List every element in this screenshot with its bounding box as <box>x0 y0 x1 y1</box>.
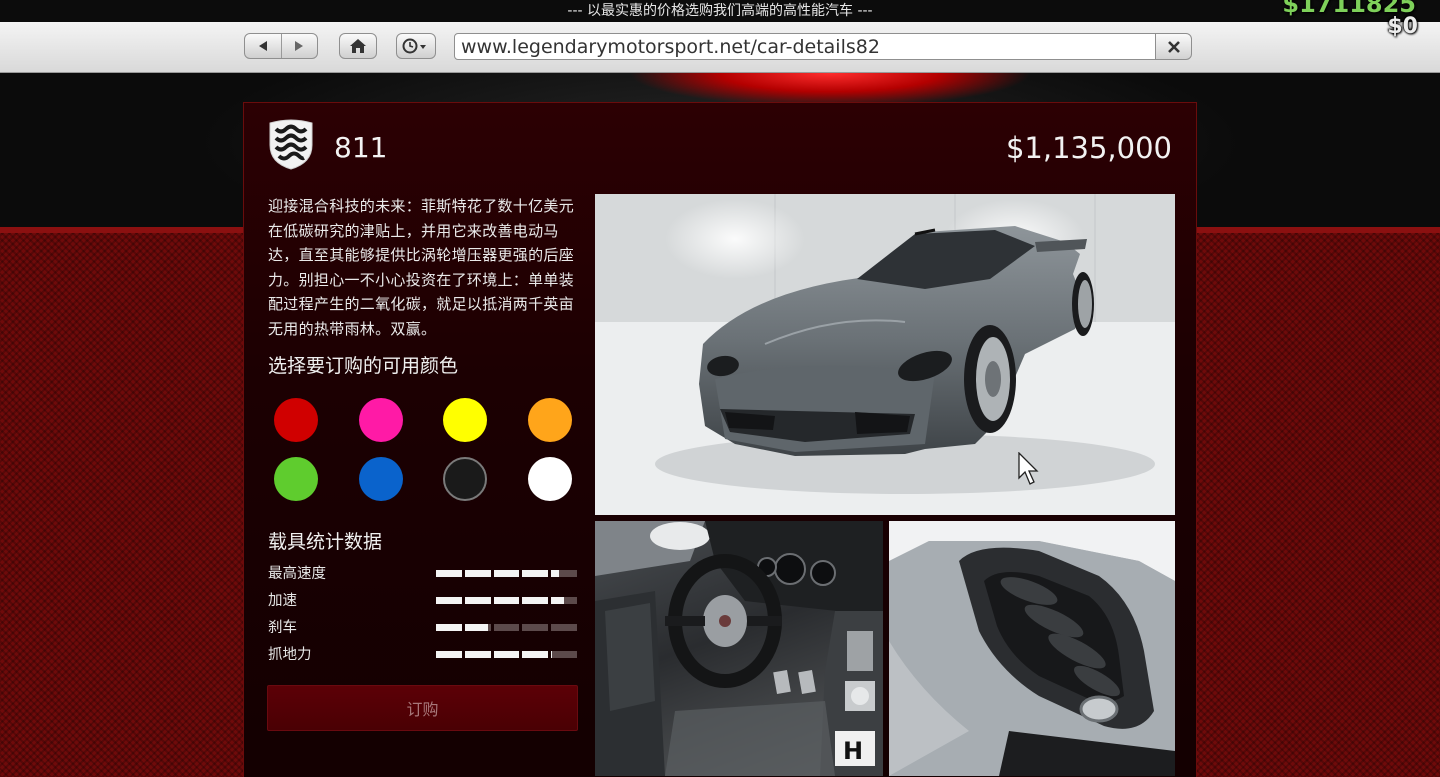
stat-bar-segment <box>522 651 549 658</box>
back-button[interactable] <box>245 34 281 58</box>
color-swatch-pink[interactable] <box>358 398 403 442</box>
stat-bar-fill <box>493 570 520 577</box>
stat-label: 刹车 <box>268 620 297 636</box>
stat-bar-segment <box>551 597 577 604</box>
stat-bar-fill <box>436 570 462 577</box>
car-interior-illustration: H <box>595 521 883 776</box>
vehicle-details-panel: 811 $1,135,000 迎接混合科技的未来：菲斯特花了数十亿美元在低碳研究… <box>243 102 1197 777</box>
color-swatch-green[interactable] <box>274 457 318 501</box>
vehicle-description: 迎接混合科技的未来：菲斯特花了数十亿美元在低碳研究的津贴上，并用它来改善电动马达… <box>268 197 575 338</box>
stat-bar <box>436 651 577 658</box>
stat-bar <box>436 624 577 631</box>
vehicle-exterior-photo[interactable] <box>595 194 1175 515</box>
svg-text:H: H <box>843 737 863 765</box>
back-arrow-icon <box>258 41 267 51</box>
stat-bar-segment <box>464 651 491 658</box>
stat-bar-fill <box>436 624 462 631</box>
stat-bar-segment <box>551 570 577 577</box>
stat-bar-segment <box>436 624 462 631</box>
stat-bar-fill <box>522 570 549 577</box>
stat-label: 最高速度 <box>268 566 326 582</box>
stat-bar-fill <box>464 651 491 658</box>
stat-bar-segment <box>493 624 520 631</box>
stat-bar-fill <box>464 624 488 631</box>
forward-button[interactable] <box>280 34 318 58</box>
stat-bar-fill <box>436 651 462 658</box>
vehicle-interior-photo[interactable]: H <box>595 521 883 776</box>
history-clock-icon <box>402 38 426 54</box>
url-input[interactable]: www.legendarymotorsport.net/car-details8… <box>454 33 1156 60</box>
stat-bar-fill <box>493 597 520 604</box>
stat-bar-fill <box>493 651 520 658</box>
vehicle-name: 811 <box>334 131 388 164</box>
stat-label: 加速 <box>268 593 297 609</box>
stat-bar-fill <box>436 597 462 604</box>
stat-bar-segment <box>522 624 549 631</box>
stat-bar-fill <box>522 651 549 658</box>
stat-bar <box>436 597 577 604</box>
vehicle-engine-photo[interactable] <box>889 521 1175 776</box>
color-swatch-blue[interactable] <box>358 457 403 501</box>
stat-bar-segment <box>551 624 577 631</box>
stat-bar-segment <box>436 651 462 658</box>
history-button[interactable] <box>396 33 436 59</box>
stat-label: 抓地力 <box>268 647 312 663</box>
color-swatch-red[interactable] <box>274 398 318 442</box>
stat-bar-fill <box>522 597 549 604</box>
stat-bar-segment <box>436 597 462 604</box>
colors-heading: 选择要订购的可用颜色 <box>268 355 459 377</box>
mouse-cursor-icon <box>1018 452 1039 485</box>
stat-bar-segment <box>464 597 491 604</box>
color-swatch-black[interactable] <box>443 457 487 501</box>
forward-arrow-icon <box>295 41 304 51</box>
close-icon <box>1167 40 1180 53</box>
stat-bar-segment <box>551 651 577 658</box>
stat-bar-fill <box>551 651 553 658</box>
site-slogan: --- 以最实惠的价格选购我们高端的高性能汽车 --- <box>567 3 873 19</box>
stat-bar-fill <box>464 597 491 604</box>
home-button[interactable] <box>339 33 377 59</box>
nav-buttons <box>244 33 318 59</box>
color-swatch-yellow[interactable] <box>443 398 487 442</box>
stat-bar-segment <box>522 597 549 604</box>
cash-balance: $0 <box>1387 14 1418 39</box>
stat-bar-segment <box>522 570 549 577</box>
stat-bar-segment <box>493 597 520 604</box>
stat-bar-fill <box>551 597 565 604</box>
car-exterior-illustration <box>595 194 1175 515</box>
vehicle-price: $1,135,000 <box>1005 131 1172 165</box>
color-swatch-orange[interactable] <box>527 398 572 442</box>
stat-bar <box>436 570 577 577</box>
stat-bar-segment <box>493 651 520 658</box>
brand-logo <box>269 119 313 170</box>
home-icon <box>350 39 366 53</box>
stat-bar-segment <box>493 570 520 577</box>
browser-toolbar: www.legendarymotorsport.net/car-details8… <box>0 22 1440 73</box>
stat-bar-segment <box>464 624 491 631</box>
stat-bar-fill <box>464 570 491 577</box>
color-swatch-white[interactable] <box>527 457 572 501</box>
title-bar: --- 以最实惠的价格选购我们高端的高性能汽车 --- $1711825 <box>0 0 1440 22</box>
stats-heading: 载具统计数据 <box>268 531 383 553</box>
order-button[interactable]: 订购 <box>267 685 578 731</box>
stat-bar-segment <box>436 570 462 577</box>
close-button[interactable] <box>1155 33 1192 60</box>
stat-bar-fill <box>551 570 559 577</box>
stat-bar-segment <box>464 570 491 577</box>
car-engine-illustration <box>889 521 1175 776</box>
